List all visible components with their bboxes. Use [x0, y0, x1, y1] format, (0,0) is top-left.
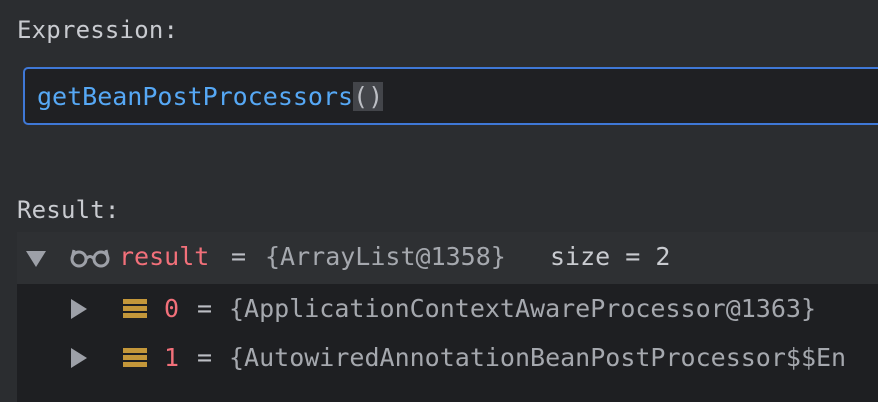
- result-tree: result = {ArrayList@1358} size = 2 0 = {…: [17, 232, 878, 402]
- result-child-row[interactable]: 0 = {ApplicationContextAwareProcessor@13…: [17, 284, 878, 334]
- expression-input[interactable]: getBeanPostProcessors(): [23, 67, 878, 125]
- stack-icon: [123, 348, 147, 370]
- result-size: size = 2: [550, 242, 671, 271]
- triangle-down-icon[interactable]: [26, 251, 46, 267]
- triangle-right-icon[interactable]: [71, 348, 87, 368]
- result-var-name: result: [119, 242, 210, 271]
- child-index: 0: [164, 294, 180, 323]
- child-equals: =: [197, 294, 213, 323]
- child-value: {AutowiredAnnotationBeanPostProcessor$$E…: [229, 343, 847, 372]
- evaluate-expression-panel: Expression: getBeanPostProcessors() Resu…: [0, 0, 878, 402]
- result-child-row[interactable]: 1 = {AutowiredAnnotationBeanPostProcesso…: [17, 333, 878, 383]
- expression-method-text: getBeanPostProcessors: [37, 81, 354, 111]
- result-label: Result:: [17, 196, 120, 224]
- stack-icon: [123, 299, 147, 321]
- expression-label: Expression:: [17, 16, 179, 44]
- expression-parens-text: (): [353, 81, 384, 111]
- result-value: {ArrayList@1358}: [265, 242, 506, 271]
- child-value: {ApplicationContextAwareProcessor@1363}: [229, 294, 816, 323]
- result-equals: =: [231, 242, 247, 271]
- child-equals: =: [197, 343, 213, 372]
- glasses-icon: [70, 249, 110, 268]
- result-root-row[interactable]: result = {ArrayList@1358} size = 2: [17, 232, 878, 284]
- child-index: 1: [164, 343, 180, 372]
- triangle-right-icon[interactable]: [71, 299, 87, 319]
